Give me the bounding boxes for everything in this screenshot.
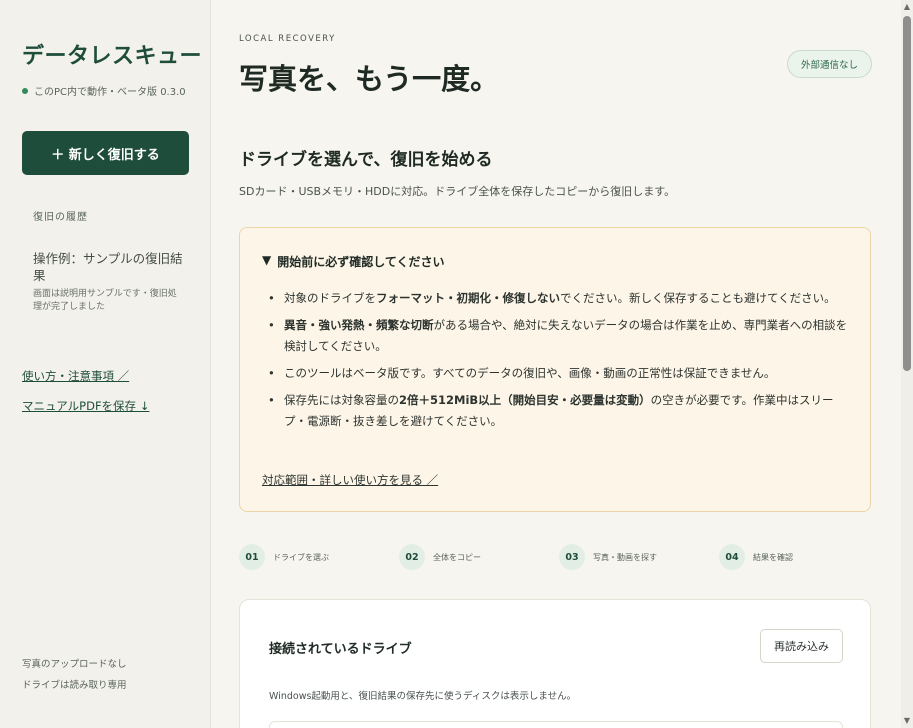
page-title: 写真を、もう一度。 xyxy=(239,62,500,96)
section-title: ドライブを選んで、復旧を始める xyxy=(239,150,493,170)
step-label: ドライブを選ぶ xyxy=(273,552,329,562)
reload-button[interactable]: 再読み込み xyxy=(760,629,843,663)
warning-item: 保存先には対象容量の2倍＋512MiB以上（開始目安・必要量は変動）の空きが必要… xyxy=(264,390,854,432)
warning-emphasis: 2倍＋512MiB以上（開始目安・必要量は変動） xyxy=(399,393,651,407)
warning-list: 対象のドライブをフォーマット・初期化・修復しないでください。新しく保存することも… xyxy=(264,288,854,438)
warning-text: 保存先には対象容量の xyxy=(284,393,399,407)
history-heading: 復旧の履歴 xyxy=(33,212,88,223)
main-content: LOCAL RECOVERY 写真を、もう一度。 外部通信なし ドライブを選んで… xyxy=(211,0,901,728)
history-item-title: 操作例：サンプルの復旧結果 xyxy=(33,251,183,283)
step-label: 写真・動画を探す xyxy=(593,552,657,562)
drives-card-title: 接続されているドライブ xyxy=(269,642,412,657)
step-find-media: 03 写真・動画を探す xyxy=(559,544,657,570)
progress-steps: 01 ドライブを選ぶ 02 全体をコピー 03 写真・動画を探す 04 結果を確… xyxy=(239,544,871,570)
warning-emphasis: 異音・強い発熱・頻繁な切断 xyxy=(284,318,434,332)
offline-badge: 外部通信なし xyxy=(787,50,873,78)
footer-read-only: ドライブは読み取り専用 xyxy=(22,680,127,691)
drives-card-note: Windows起動用と、復旧結果の保存先に使うディスクは表示しません。 xyxy=(269,691,577,702)
step-label: 結果を確認 xyxy=(753,552,793,562)
step-number: 02 xyxy=(399,544,425,570)
drives-card: 接続されているドライブ 再読み込み Windows起動用と、復旧結果の保存先に使… xyxy=(239,599,871,728)
warning-text: 対象のドライブを xyxy=(284,291,376,305)
step-select-drive: 01 ドライブを選ぶ xyxy=(239,544,329,570)
warning-panel: ▼ 開始前に必ず確認してください 対象のドライブをフォーマット・初期化・修復しな… xyxy=(239,227,871,512)
app-status-text: このPC内で動作・ベータ版 0.3.0 xyxy=(34,87,186,98)
new-recovery-button[interactable]: ＋ 新しく復旧する xyxy=(22,131,189,175)
footer-no-upload: 写真のアップロードなし xyxy=(22,659,127,670)
warning-text: でください。新しく保存することも避けてください。 xyxy=(560,291,836,305)
warning-emphasis: フォーマット・初期化・修復しない xyxy=(376,291,560,305)
history-item-note: 画面は説明用サンプルです・復旧処理が完了しました xyxy=(33,289,177,312)
step-number: 04 xyxy=(719,544,745,570)
warning-text: このツールはベータ版です。すべてのデータの復旧や、画像・動画の正常性は保証できま… xyxy=(284,366,776,380)
status-dot-icon xyxy=(22,87,28,94)
scrollbar-thumb[interactable] xyxy=(903,16,911,371)
drive-list-item[interactable] xyxy=(269,721,843,728)
warning-heading: 開始前に必ず確認してください xyxy=(277,255,445,269)
vertical-scrollbar[interactable]: ▲ ▼ xyxy=(901,0,913,728)
sidebar: データレスキュー このPC内で動作・ベータ版 0.3.0 ＋ 新しく復旧する 復… xyxy=(0,0,211,728)
history-item[interactable]: 操作例：サンプルの復旧結果 画面は説明用サンプルです・復旧処理が完了しました xyxy=(33,250,183,314)
step-number: 01 xyxy=(239,544,265,570)
manual-download-link[interactable]: マニュアルPDFを保存 ↓ xyxy=(22,398,149,414)
details-link[interactable]: 対応範囲・詳しい使い方を見る ／ xyxy=(262,472,438,488)
section-subtitle: SDカード・USBメモリ・HDDに対応。ドライブ全体を保存したコピーから復旧しま… xyxy=(239,185,676,198)
step-copy-drive: 02 全体をコピー xyxy=(399,544,481,570)
step-number: 03 xyxy=(559,544,585,570)
eyebrow: LOCAL RECOVERY xyxy=(239,34,336,44)
usage-link[interactable]: 使い方・注意事項 ／ xyxy=(22,368,129,384)
warning-item: このツールはベータ版です。すべてのデータの復旧や、画像・動画の正常性は保証できま… xyxy=(264,363,854,384)
step-label: 全体をコピー xyxy=(433,552,481,562)
app-brand: データレスキュー xyxy=(22,44,203,69)
scroll-down-icon[interactable]: ▼ xyxy=(901,714,913,728)
scroll-up-icon[interactable]: ▲ xyxy=(901,0,913,14)
warning-item: 対象のドライブをフォーマット・初期化・修復しないでください。新しく保存することも… xyxy=(264,288,854,309)
app-status: このPC内で動作・ベータ版 0.3.0 xyxy=(22,83,186,98)
warning-toggle[interactable]: ▼ 開始前に必ず確認してください xyxy=(262,253,445,270)
triangle-down-icon: ▼ xyxy=(262,253,272,267)
step-review-results: 04 結果を確認 xyxy=(719,544,793,570)
warning-item: 異音・強い発熱・頻繁な切断がある場合や、絶対に失えないデータの場合は作業を止め、… xyxy=(264,315,854,357)
